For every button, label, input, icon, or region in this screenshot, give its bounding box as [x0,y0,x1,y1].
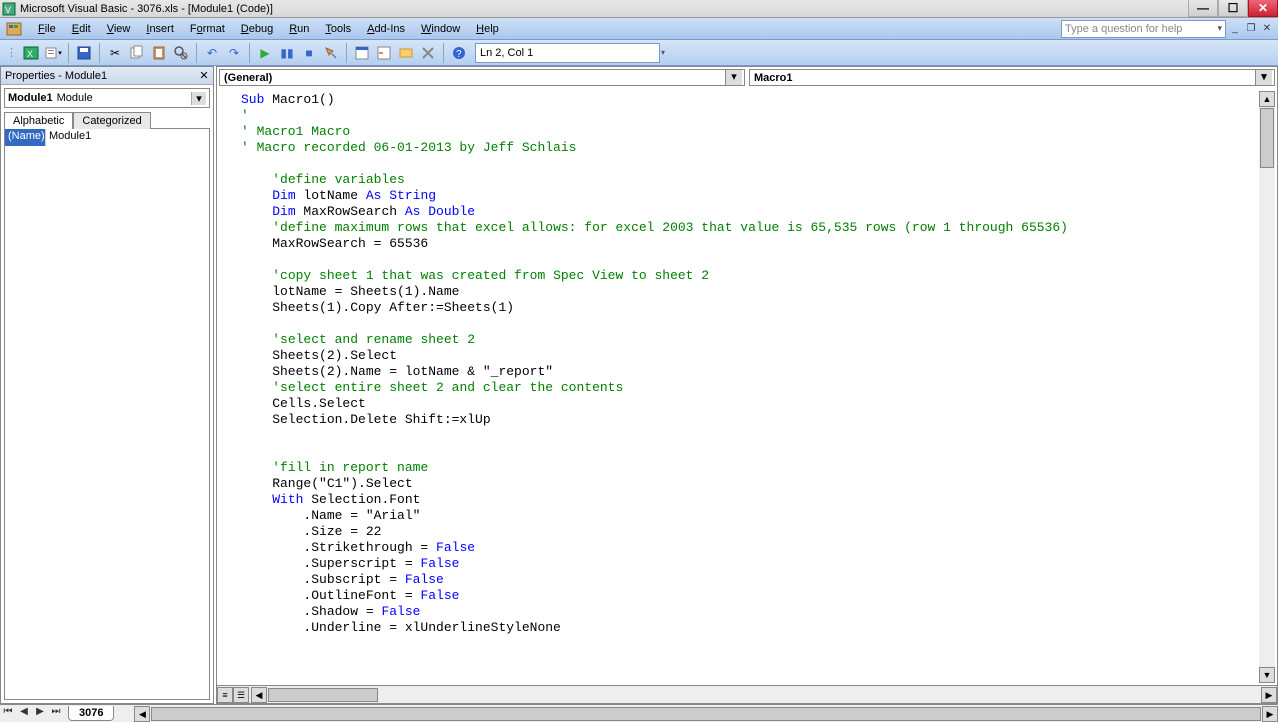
svg-text:X: X [27,49,33,59]
menu-format[interactable]: Format [182,21,233,37]
workbook-tabs: ⏮ ◀ ▶ ⏭ 3076 ◀ ▶ [0,704,1278,722]
tab-nav-first[interactable]: ⏮ [0,706,16,722]
procedure-combo[interactable]: Macro1 [749,69,1275,86]
redo-button[interactable]: ↷ [224,43,244,63]
toolbox-button[interactable] [418,43,438,63]
cut-button[interactable]: ✂ [105,43,125,63]
menu-add-ins[interactable]: Add-Ins [359,21,413,37]
minimize-button[interactable]: — [1188,0,1218,17]
design-mode-button[interactable] [321,43,341,63]
menu-help[interactable]: Help [468,21,507,37]
properties-grid[interactable]: (Name) Module1 [4,128,210,700]
scroll-right-button[interactable]: ▶ [1261,687,1277,703]
menu-window[interactable]: Window [413,21,468,37]
help-search-combo[interactable]: Type a question for help [1061,20,1226,38]
property-row[interactable]: (Name) Module1 [5,129,209,146]
scroll-up-button[interactable]: ▲ [1259,91,1275,107]
properties-close-button[interactable]: ✕ [197,69,211,82]
tab-alphabetic[interactable]: Alphabetic [4,112,73,129]
tab-categorized[interactable]: Categorized [73,112,150,129]
scroll-thumb[interactable] [1260,108,1274,168]
toolbar: ⋮ X ▾ ✂ ↶ ↷ ▶ ▮▮ ■ ? Ln 2, Col 1 ▾ [0,40,1278,66]
copy-button[interactable] [127,43,147,63]
property-name: (Name) [5,129,45,146]
properties-panel: Properties - Module1 ✕ Module1Module Alp… [0,66,214,704]
property-value[interactable]: Module1 [45,129,209,146]
reset-button[interactable]: ■ [299,43,319,63]
procedure-view-button[interactable]: ≡ [217,687,233,703]
code-window: (General) Macro1 Sub Macro1() ' ' Macro1… [216,66,1278,704]
scroll-down-button[interactable]: ▼ [1259,667,1275,683]
paste-button[interactable] [149,43,169,63]
menu-view[interactable]: View [99,21,139,37]
properties-title: Properties - Module1 [5,70,107,82]
mdi-close-button[interactable]: ✕ [1260,22,1274,36]
menu-tools[interactable]: Tools [317,21,359,37]
window-title: Microsoft Visual Basic - 3076.xls - [Mod… [20,3,273,15]
menu-file[interactable]: File [30,21,64,37]
hscroll-thumb[interactable] [268,688,378,702]
mdi-minimize-button[interactable]: _ [1228,22,1242,36]
tab-nav-next[interactable]: ▶ [32,706,48,722]
properties-window-button[interactable] [374,43,394,63]
menu-bar: FileEditViewInsertFormatDebugRunToolsAdd… [0,18,1278,40]
object-browser-button[interactable] [396,43,416,63]
insert-module-button[interactable]: ▾ [43,43,63,63]
find-button[interactable] [171,43,191,63]
bottom-horizontal-scrollbar[interactable]: ◀ ▶ [134,706,1278,722]
menu-run[interactable]: Run [281,21,317,37]
menu-debug[interactable]: Debug [233,21,281,37]
vertical-scrollbar[interactable]: ▲ ▼ [1259,91,1275,683]
bottom-scroll-thumb[interactable] [151,707,1261,721]
break-button[interactable]: ▮▮ [277,43,297,63]
bottom-scroll-right[interactable]: ▶ [1262,706,1278,722]
title-bar: V Microsoft Visual Basic - 3076.xls - [M… [0,0,1278,18]
code-editor[interactable]: Sub Macro1() ' ' Macro1 Macro ' Macro re… [217,88,1277,685]
vb-icon [6,21,24,37]
sheet-tab[interactable]: 3076 [68,706,114,721]
object-combo[interactable]: (General) [219,69,745,86]
app-icon: V [2,2,16,16]
svg-text:?: ? [456,49,462,60]
maximize-button[interactable]: ☐ [1218,0,1248,17]
horizontal-scrollbar[interactable]: ◀ ▶ [251,687,1277,703]
view-excel-button[interactable]: X [21,43,41,63]
position-indicator: Ln 2, Col 1 [475,43,660,63]
svg-text:V: V [5,5,11,15]
close-button[interactable]: ✕ [1248,0,1278,17]
help-button[interactable]: ? [449,43,469,63]
mdi-restore-button[interactable]: ❐ [1244,22,1258,36]
menu-insert[interactable]: Insert [138,21,182,37]
scroll-left-button[interactable]: ◀ [251,687,267,703]
properties-object-combo[interactable]: Module1Module [4,88,210,108]
undo-button[interactable]: ↶ [202,43,222,63]
full-module-view-button[interactable]: ☰ [233,687,249,703]
project-explorer-button[interactable] [352,43,372,63]
save-button[interactable] [74,43,94,63]
menu-edit[interactable]: Edit [64,21,99,37]
run-button[interactable]: ▶ [255,43,275,63]
tab-nav-prev[interactable]: ◀ [16,706,32,722]
properties-title-bar[interactable]: Properties - Module1 ✕ [1,67,213,85]
tab-nav-last[interactable]: ⏭ [48,706,64,722]
bottom-scroll-left[interactable]: ◀ [134,706,150,722]
